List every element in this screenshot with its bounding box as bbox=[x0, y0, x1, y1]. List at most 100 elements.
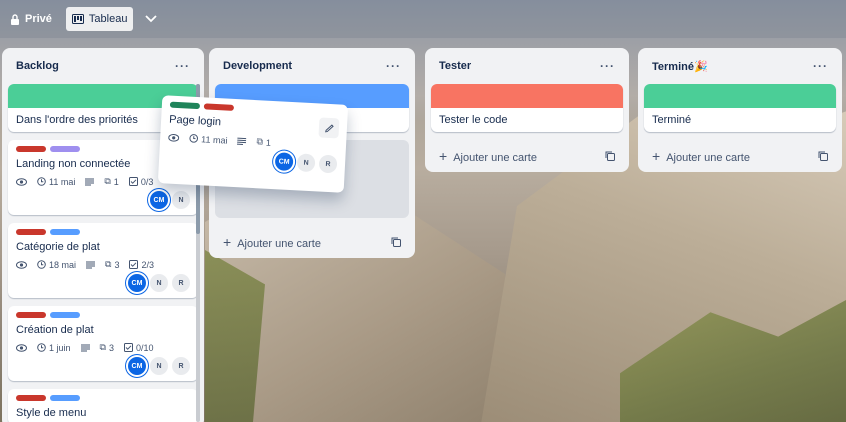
add-card-button[interactable]: + Ajouter une carte bbox=[431, 140, 623, 172]
add-card-button[interactable]: + Ajouter une carte bbox=[215, 226, 409, 258]
avatar[interactable]: R bbox=[318, 154, 338, 174]
attachment-count: 1 bbox=[113, 176, 119, 187]
attachment-badge: ⧉ 1 bbox=[104, 176, 118, 187]
clock-icon bbox=[189, 134, 199, 143]
avatar[interactable]: CM bbox=[128, 274, 146, 292]
more-icon[interactable]: ··· bbox=[386, 59, 401, 73]
list-tester: Tester ··· Tester le code + Ajouter une c… bbox=[425, 48, 629, 172]
avatar[interactable]: R bbox=[172, 357, 190, 375]
card-members: CM N bbox=[8, 191, 198, 215]
attachment-count: 3 bbox=[114, 259, 120, 270]
board-toolbar: Privé Tableau bbox=[0, 0, 846, 38]
card-title: Tester le code bbox=[439, 114, 508, 126]
card[interactable]: Tester le code bbox=[431, 84, 623, 132]
view-label: Tableau bbox=[88, 13, 128, 25]
watch-icon bbox=[16, 177, 27, 186]
attachment-badge: ⧉ 3 bbox=[105, 259, 119, 270]
avatar[interactable]: CM bbox=[128, 357, 146, 375]
card[interactable]: Catégorie de plat 18 mai ⧉ 3 2/3 CM N R bbox=[8, 223, 198, 298]
label-red bbox=[16, 146, 46, 152]
avatar[interactable]: N bbox=[150, 357, 168, 375]
due-date-badge: 1 juin bbox=[37, 343, 71, 353]
checklist-count: 2/3 bbox=[141, 259, 154, 270]
avatar[interactable]: N bbox=[172, 191, 190, 209]
label-blue bbox=[50, 229, 80, 235]
template-icon[interactable] bbox=[391, 237, 401, 247]
avatar[interactable]: CM bbox=[150, 191, 168, 209]
attachment-badge: ⧉ 1 bbox=[256, 136, 271, 148]
label-blue bbox=[50, 395, 80, 401]
due-date-badge: 11 mai bbox=[37, 177, 75, 187]
due-date: 11 mai bbox=[200, 133, 228, 146]
watch-icon bbox=[16, 343, 27, 352]
card-labels bbox=[8, 223, 198, 235]
list-header: Development ··· bbox=[215, 48, 409, 84]
checklist-badge: 2/3 bbox=[129, 260, 154, 270]
avatar[interactable]: N bbox=[296, 153, 316, 173]
card-labels bbox=[8, 389, 198, 401]
paperclip-icon: ⧉ bbox=[256, 136, 264, 147]
view-switch-board[interactable]: Tableau bbox=[65, 7, 134, 31]
card[interactable]: Création de plat 1 juin ⧉ 3 0/10 CM N R bbox=[8, 306, 198, 381]
card-title: Création de plat bbox=[16, 324, 94, 336]
label-purple bbox=[50, 146, 80, 152]
card-cover bbox=[431, 84, 623, 108]
list-title[interactable]: Development bbox=[223, 60, 292, 72]
edit-icon[interactable] bbox=[318, 117, 340, 139]
add-card-label: Ajouter une carte bbox=[666, 152, 750, 164]
avatar[interactable]: R bbox=[172, 274, 190, 292]
dragging-card[interactable]: Page login 11 mai ⧉ 1 CM N R bbox=[157, 95, 349, 193]
checkbox-icon bbox=[129, 260, 139, 269]
checklist-count: 0/10 bbox=[135, 342, 154, 353]
due-date-badge: 18 mai bbox=[37, 260, 76, 270]
list-title[interactable]: Terminé🎉 bbox=[652, 60, 708, 73]
template-icon[interactable] bbox=[818, 151, 828, 161]
label-red bbox=[16, 312, 46, 318]
list-title[interactable]: Tester bbox=[439, 60, 471, 72]
add-card-button[interactable]: + Ajouter une carte bbox=[644, 140, 836, 172]
checkbox-icon bbox=[123, 343, 133, 352]
paperclip-icon: ⧉ bbox=[99, 342, 106, 352]
clock-icon bbox=[37, 343, 46, 352]
attachment-badge: ⧉ 3 bbox=[100, 342, 114, 353]
avatar[interactable]: CM bbox=[274, 152, 294, 172]
plus-icon: + bbox=[439, 148, 448, 164]
watch-icon bbox=[16, 260, 27, 269]
more-icon[interactable]: ··· bbox=[175, 59, 190, 73]
watch-icon bbox=[168, 133, 180, 142]
description-icon bbox=[80, 344, 90, 352]
card-members: CM N R bbox=[8, 274, 198, 298]
attachment-count: 3 bbox=[108, 342, 114, 353]
due-date: 1 juin bbox=[49, 342, 71, 353]
card-title: Style de menu bbox=[16, 407, 87, 419]
chevron-down-icon[interactable] bbox=[141, 15, 161, 23]
card-title: Terminé bbox=[652, 114, 692, 126]
plus-icon: + bbox=[652, 148, 661, 164]
lock-icon bbox=[10, 13, 20, 25]
more-icon[interactable]: ··· bbox=[813, 59, 828, 73]
card-badges: 1 juin ⧉ 3 0/10 bbox=[8, 342, 198, 357]
add-card-label: Ajouter une carte bbox=[453, 152, 537, 164]
card[interactable]: Style de menu bbox=[8, 389, 198, 422]
list-header: Tester ··· bbox=[431, 48, 623, 84]
description-icon bbox=[86, 261, 96, 269]
description-icon bbox=[237, 137, 247, 145]
card[interactable]: Terminé bbox=[644, 84, 836, 132]
avatar[interactable]: N bbox=[150, 274, 168, 292]
clock-icon bbox=[37, 260, 46, 269]
more-icon[interactable]: ··· bbox=[600, 59, 615, 73]
list-title[interactable]: Backlog bbox=[16, 60, 59, 72]
checklist-count: 0/3 bbox=[140, 176, 154, 187]
card-title: Catégorie de plat bbox=[16, 241, 100, 253]
template-icon[interactable] bbox=[605, 151, 615, 161]
checkbox-icon bbox=[128, 177, 138, 186]
card-cover bbox=[644, 84, 836, 108]
add-card-label: Ajouter une carte bbox=[237, 238, 321, 250]
paperclip-icon: ⧉ bbox=[104, 176, 111, 186]
card-members: CM N R bbox=[8, 357, 198, 381]
label-red bbox=[16, 229, 46, 235]
board-icon bbox=[71, 14, 84, 24]
privacy-button[interactable]: Privé bbox=[4, 7, 58, 31]
paperclip-icon: ⧉ bbox=[105, 259, 112, 269]
list-header: Terminé🎉 ··· bbox=[644, 48, 836, 84]
